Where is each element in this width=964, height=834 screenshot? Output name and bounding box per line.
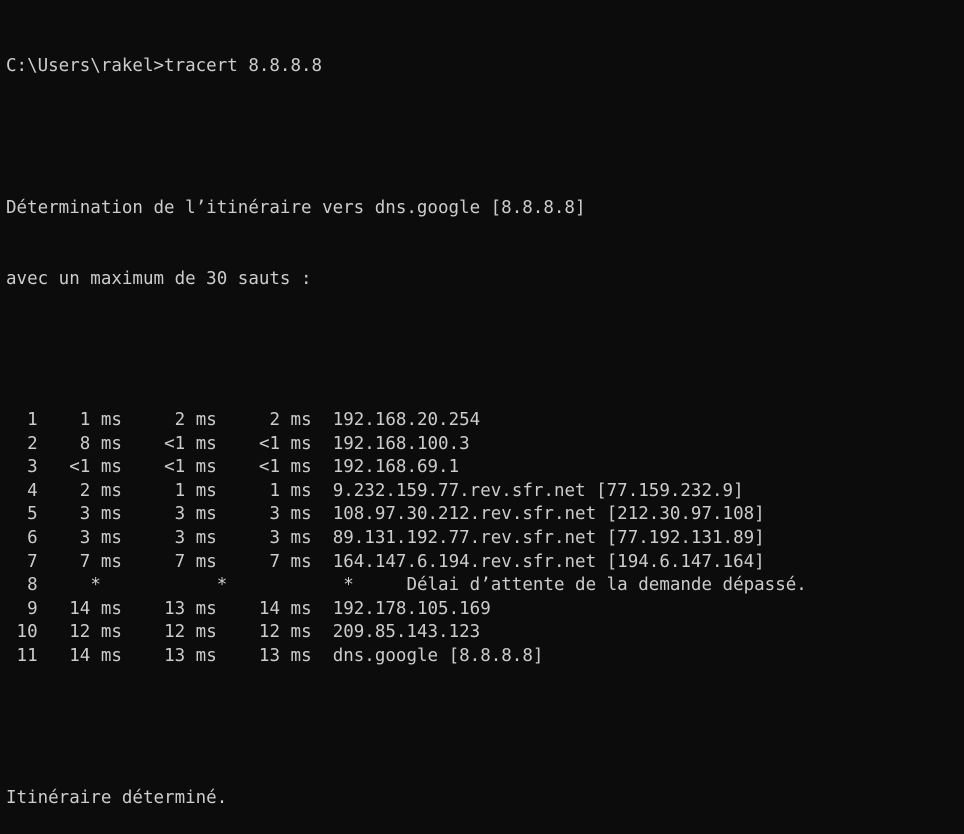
- hop-time-1: <1 ms: [69, 457, 122, 478]
- hop-host: 192.168.20.254: [332, 410, 481, 431]
- command-prompt-line: C:\Users\rakel>tracert 8.8.8.8: [6, 56, 323, 77]
- hop-time-2: 13 ms: [164, 646, 217, 667]
- hop-time-1: 3 ms: [79, 504, 122, 525]
- hop-row: 1 1 ms 2 ms 2 ms 192.168.20.254: [6, 409, 964, 433]
- hop-row: 3 <1 ms <1 ms <1 ms 192.168.69.1: [6, 456, 964, 480]
- hop-time-3: *: [343, 575, 354, 596]
- hop-time-3: 13 ms: [258, 646, 312, 667]
- trace-complete-message: Itinéraire déterminé.: [6, 787, 228, 808]
- hop-time-1: 14 ms: [69, 646, 122, 667]
- hop-host: 192.168.69.1: [332, 457, 460, 478]
- hop-time-1: 2 ms: [79, 480, 122, 501]
- hop-host: 192.178.105.169: [332, 598, 491, 619]
- hop-number: 1: [27, 410, 38, 431]
- hop-row: 11 14 ms 13 ms 13 ms dns.google [8.8.8.8…: [6, 645, 964, 669]
- hop-host: 164.147.6.194.rev.sfr.net [194.6.147.164…: [332, 551, 765, 572]
- hop-row: 5 3 ms 3 ms 3 ms 108.97.30.212.rev.sfr.n…: [6, 503, 964, 527]
- hop-host: 209.85.143.123: [332, 622, 481, 643]
- hop-number: 8: [27, 575, 38, 596]
- hop-number: 3: [27, 457, 38, 478]
- hop-time-3: 7 ms: [269, 551, 312, 572]
- terminal-window[interactable]: C:\Users\rakel>tracert 8.8.8.8 Détermina…: [0, 0, 964, 808]
- hop-time-2: 13 ms: [164, 598, 217, 619]
- hop-row: 8 * * * Délai d’attente de la demande dé…: [6, 574, 964, 598]
- hop-time-2: 3 ms: [174, 504, 217, 525]
- hop-time-2: 12 ms: [164, 622, 217, 643]
- hop-list: 1 1 ms 2 ms 2 ms 192.168.20.254 2 8 ms <…: [6, 409, 964, 669]
- hop-time-3: 14 ms: [258, 598, 312, 619]
- hop-time-1: 1 ms: [79, 410, 122, 431]
- hop-time-1: 7 ms: [79, 551, 122, 572]
- hop-host: 108.97.30.212.rev.sfr.net [212.30.97.108…: [332, 504, 765, 525]
- hop-time-2: 3 ms: [174, 528, 217, 549]
- hop-number: 7: [27, 551, 38, 572]
- hop-row: 6 3 ms 3 ms 3 ms 89.131.192.77.rev.sfr.n…: [6, 527, 964, 551]
- hop-time-1: 3 ms: [79, 528, 122, 549]
- hop-number: 10: [16, 622, 38, 643]
- hop-host: dns.google [8.8.8.8]: [332, 646, 544, 667]
- hop-number: 6: [27, 528, 38, 549]
- hop-time-1: *: [90, 575, 101, 596]
- hop-time-3: 3 ms: [269, 504, 312, 525]
- hop-time-2: <1 ms: [164, 433, 217, 454]
- hop-time-3: 12 ms: [258, 622, 312, 643]
- hop-time-1: 14 ms: [69, 598, 122, 619]
- hop-row: 9 14 ms 13 ms 14 ms 192.178.105.169: [6, 598, 964, 622]
- hop-time-3: <1 ms: [258, 433, 312, 454]
- hop-host: 89.131.192.77.rev.sfr.net [77.192.131.89…: [332, 528, 765, 549]
- hop-row: 7 7 ms 7 ms 7 ms 164.147.6.194.rev.sfr.n…: [6, 551, 964, 575]
- hop-time-3: 1 ms: [269, 480, 312, 501]
- hop-number: 9: [27, 598, 38, 619]
- trace-header-destination: Détermination de l’itinéraire vers dns.g…: [6, 197, 586, 218]
- hop-number: 5: [27, 504, 38, 525]
- hop-host: Délai d’attente de la demande dépassé.: [406, 575, 807, 596]
- hop-time-3: <1 ms: [258, 457, 312, 478]
- hop-number: 4: [27, 480, 38, 501]
- hop-time-3: 3 ms: [269, 528, 312, 549]
- hop-time-2: *: [216, 575, 228, 596]
- hop-time-3: 2 ms: [269, 410, 312, 431]
- hop-number: 11: [16, 646, 38, 667]
- hop-time-2: 7 ms: [174, 551, 217, 572]
- hop-host: 9.232.159.77.rev.sfr.net [77.159.232.9]: [332, 480, 744, 501]
- hop-row: 10 12 ms 12 ms 12 ms 209.85.143.123: [6, 621, 964, 645]
- hop-row: 2 8 ms <1 ms <1 ms 192.168.100.3: [6, 433, 964, 457]
- trace-header-max-hops: avec un maximum de 30 sauts :: [6, 268, 312, 289]
- hop-number: 2: [27, 433, 38, 454]
- hop-time-2: 1 ms: [174, 480, 217, 501]
- hop-time-1: 12 ms: [69, 622, 122, 643]
- hop-time-1: 8 ms: [79, 433, 122, 454]
- hop-time-2: 2 ms: [174, 410, 217, 431]
- hop-host: 192.168.100.3: [332, 433, 470, 454]
- hop-row: 4 2 ms 1 ms 1 ms 9.232.159.77.rev.sfr.ne…: [6, 480, 964, 504]
- hop-time-2: <1 ms: [164, 457, 217, 478]
